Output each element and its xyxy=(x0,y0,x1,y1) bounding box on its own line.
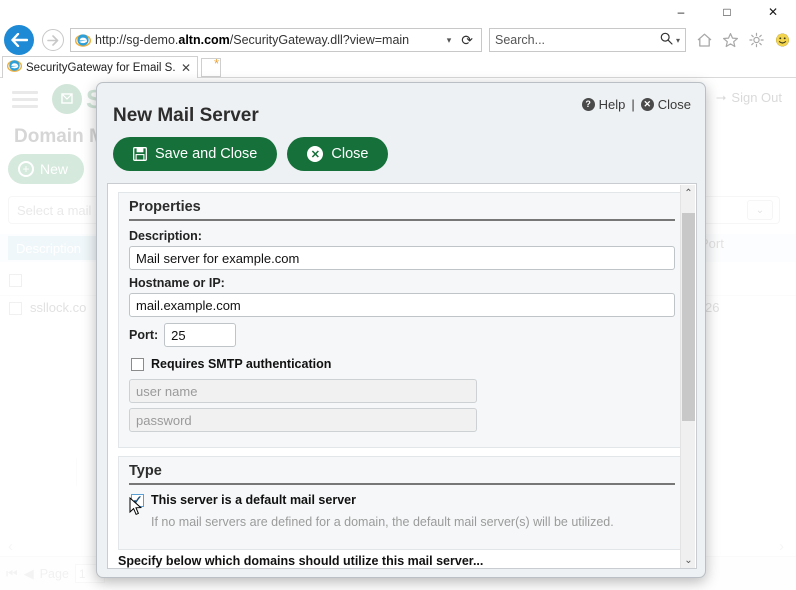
properties-section: Properties Description: Mail server for … xyxy=(118,192,686,448)
new-mail-server-dialog: ? Help | ✕ Close New Mail Server Save an… xyxy=(96,82,706,578)
smtp-auth-checkbox[interactable] xyxy=(131,357,144,371)
chevron-down-icon[interactable]: ⌄ xyxy=(747,200,773,220)
close-window-button[interactable]: ✕ xyxy=(750,0,796,24)
password-input[interactable]: password xyxy=(129,408,477,432)
dialog-header-links: ? Help | ✕ Close xyxy=(581,97,691,112)
row-checkbox[interactable] xyxy=(9,302,22,315)
browser-window: – □ ✕ http://sg-demo.altn.com/SecurityGa… xyxy=(0,0,796,590)
port-input[interactable]: 25 xyxy=(164,323,237,347)
tab-favicon-icon xyxy=(6,58,23,78)
hostname-input[interactable]: mail.example.com xyxy=(129,293,675,317)
smtp-auth-label: Requires SMTP authentication xyxy=(151,357,332,371)
feedback-smiley-icon[interactable] xyxy=(770,28,794,52)
scroll-down-arrow[interactable]: ⌄ xyxy=(681,552,696,568)
window-titlebar: – □ ✕ xyxy=(0,0,796,24)
type-section: Type This server is a default mail serve… xyxy=(118,456,686,550)
tools-gear-icon[interactable] xyxy=(744,28,768,52)
dialog-action-buttons: Save and Close ✕ Close xyxy=(113,137,389,171)
close-button-label: Close xyxy=(331,146,369,162)
home-icon[interactable] xyxy=(692,28,716,52)
help-link[interactable]: ? Help xyxy=(581,97,626,112)
help-icon: ? xyxy=(581,98,595,111)
address-bar-url: http://sg-demo.altn.com/SecurityGateway.… xyxy=(95,33,410,47)
default-server-hint: If no mail servers are defined for a dom… xyxy=(151,515,614,529)
type-section-title: Type xyxy=(129,463,675,485)
browser-toolbar-icons xyxy=(692,28,794,52)
scroll-up-arrow[interactable]: ⌃ xyxy=(681,185,696,202)
description-input[interactable]: Mail server for example.com xyxy=(129,246,675,270)
row-checkbox[interactable] xyxy=(9,274,22,287)
tab-close-icon[interactable]: ✕ xyxy=(179,61,193,75)
close-icon: ✕ xyxy=(640,98,654,111)
plus-icon: + xyxy=(18,161,34,177)
browser-tab-bar: SecurityGateway for Email S... ✕ xyxy=(0,56,796,78)
securitygateway-logo-icon xyxy=(52,84,82,114)
refresh-icon[interactable]: ⟳ xyxy=(457,32,477,49)
specify-domains-text: Specify below which domains should utili… xyxy=(118,554,484,568)
dialog-close-label: Close xyxy=(657,97,691,112)
forward-button[interactable] xyxy=(38,24,68,56)
prev-page-icon[interactable]: ◀ xyxy=(24,566,34,582)
row-description: ssllock.co xyxy=(30,300,87,315)
search-input[interactable]: Search... xyxy=(495,33,660,47)
favorites-icon[interactable] xyxy=(718,28,742,52)
search-dropdown-icon[interactable]: ▾ xyxy=(676,36,680,45)
port-label: Port: xyxy=(129,328,159,342)
scroll-left-arrow[interactable]: ‹ xyxy=(8,538,13,555)
row-port: 26 xyxy=(705,300,720,315)
new-tab-button[interactable] xyxy=(201,56,221,77)
new-button[interactable]: + New xyxy=(8,154,85,184)
close-circle-icon: ✕ xyxy=(307,146,324,162)
minimize-button[interactable]: – xyxy=(658,0,704,24)
properties-section-title: Properties xyxy=(129,199,675,221)
page-title: Domain M xyxy=(14,126,105,147)
browser-navigation-bar: http://sg-demo.altn.com/SecurityGateway.… xyxy=(0,24,796,56)
new-button-label: New xyxy=(40,161,69,177)
browser-search-box[interactable]: Search... ▾ xyxy=(489,28,686,52)
default-mail-server-label: This server is a default mail server xyxy=(151,493,356,507)
back-button[interactable] xyxy=(0,24,38,56)
username-input[interactable]: user name xyxy=(129,379,477,403)
scroll-right-arrow[interactable]: › xyxy=(779,538,784,555)
first-page-icon[interactable]: ⏮ xyxy=(6,566,18,582)
column-divider xyxy=(76,458,77,486)
description-label: Description: xyxy=(129,229,202,243)
smtp-auth-row[interactable]: Requires SMTP authentication xyxy=(131,357,675,371)
dialog-close-link[interactable]: ✕ Close xyxy=(640,97,691,112)
tab-title: SecurityGateway for Email S... xyxy=(26,61,175,74)
help-label: Help xyxy=(598,97,626,112)
domain-select-placeholder: Select a mail xyxy=(17,202,92,218)
sign-out-icon: ⭢ xyxy=(716,89,727,104)
save-disk-icon xyxy=(133,147,147,161)
link-separator: | xyxy=(631,97,635,112)
ie-logo-icon xyxy=(74,32,92,48)
window-controls: – □ ✕ xyxy=(658,0,796,24)
scrollbar-thumb[interactable] xyxy=(682,213,695,421)
default-server-row[interactable]: This server is a default mail server xyxy=(131,493,675,507)
browser-tab[interactable]: SecurityGateway for Email S... ✕ xyxy=(2,56,198,78)
menu-hamburger-icon[interactable] xyxy=(12,87,38,112)
sign-out-link[interactable]: ⭢ Sign Out xyxy=(716,89,782,105)
save-and-close-label: Save and Close xyxy=(155,146,258,162)
port-row: Port: 25 xyxy=(129,323,675,347)
maximize-button[interactable]: □ xyxy=(704,0,750,24)
close-button[interactable]: ✕ Close xyxy=(287,137,389,171)
dialog-scrollbar[interactable]: ⌃ ⌄ xyxy=(680,185,696,568)
dialog-title: New Mail Server xyxy=(113,105,259,126)
address-bar[interactable]: http://sg-demo.altn.com/SecurityGateway.… xyxy=(70,28,482,52)
save-and-close-button[interactable]: Save and Close xyxy=(113,137,278,171)
address-dropdown-icon[interactable]: ▾ xyxy=(441,35,458,46)
mouse-cursor xyxy=(129,496,143,517)
search-icon xyxy=(660,32,673,48)
sign-out-label: Sign Out xyxy=(731,89,782,105)
dialog-body: Properties Description: Mail server for … xyxy=(107,183,697,569)
hostname-label: Hostname or IP: xyxy=(129,276,225,290)
page-label: Page xyxy=(39,566,69,581)
forward-arrow-icon xyxy=(42,29,64,51)
back-arrow-icon xyxy=(4,25,34,55)
